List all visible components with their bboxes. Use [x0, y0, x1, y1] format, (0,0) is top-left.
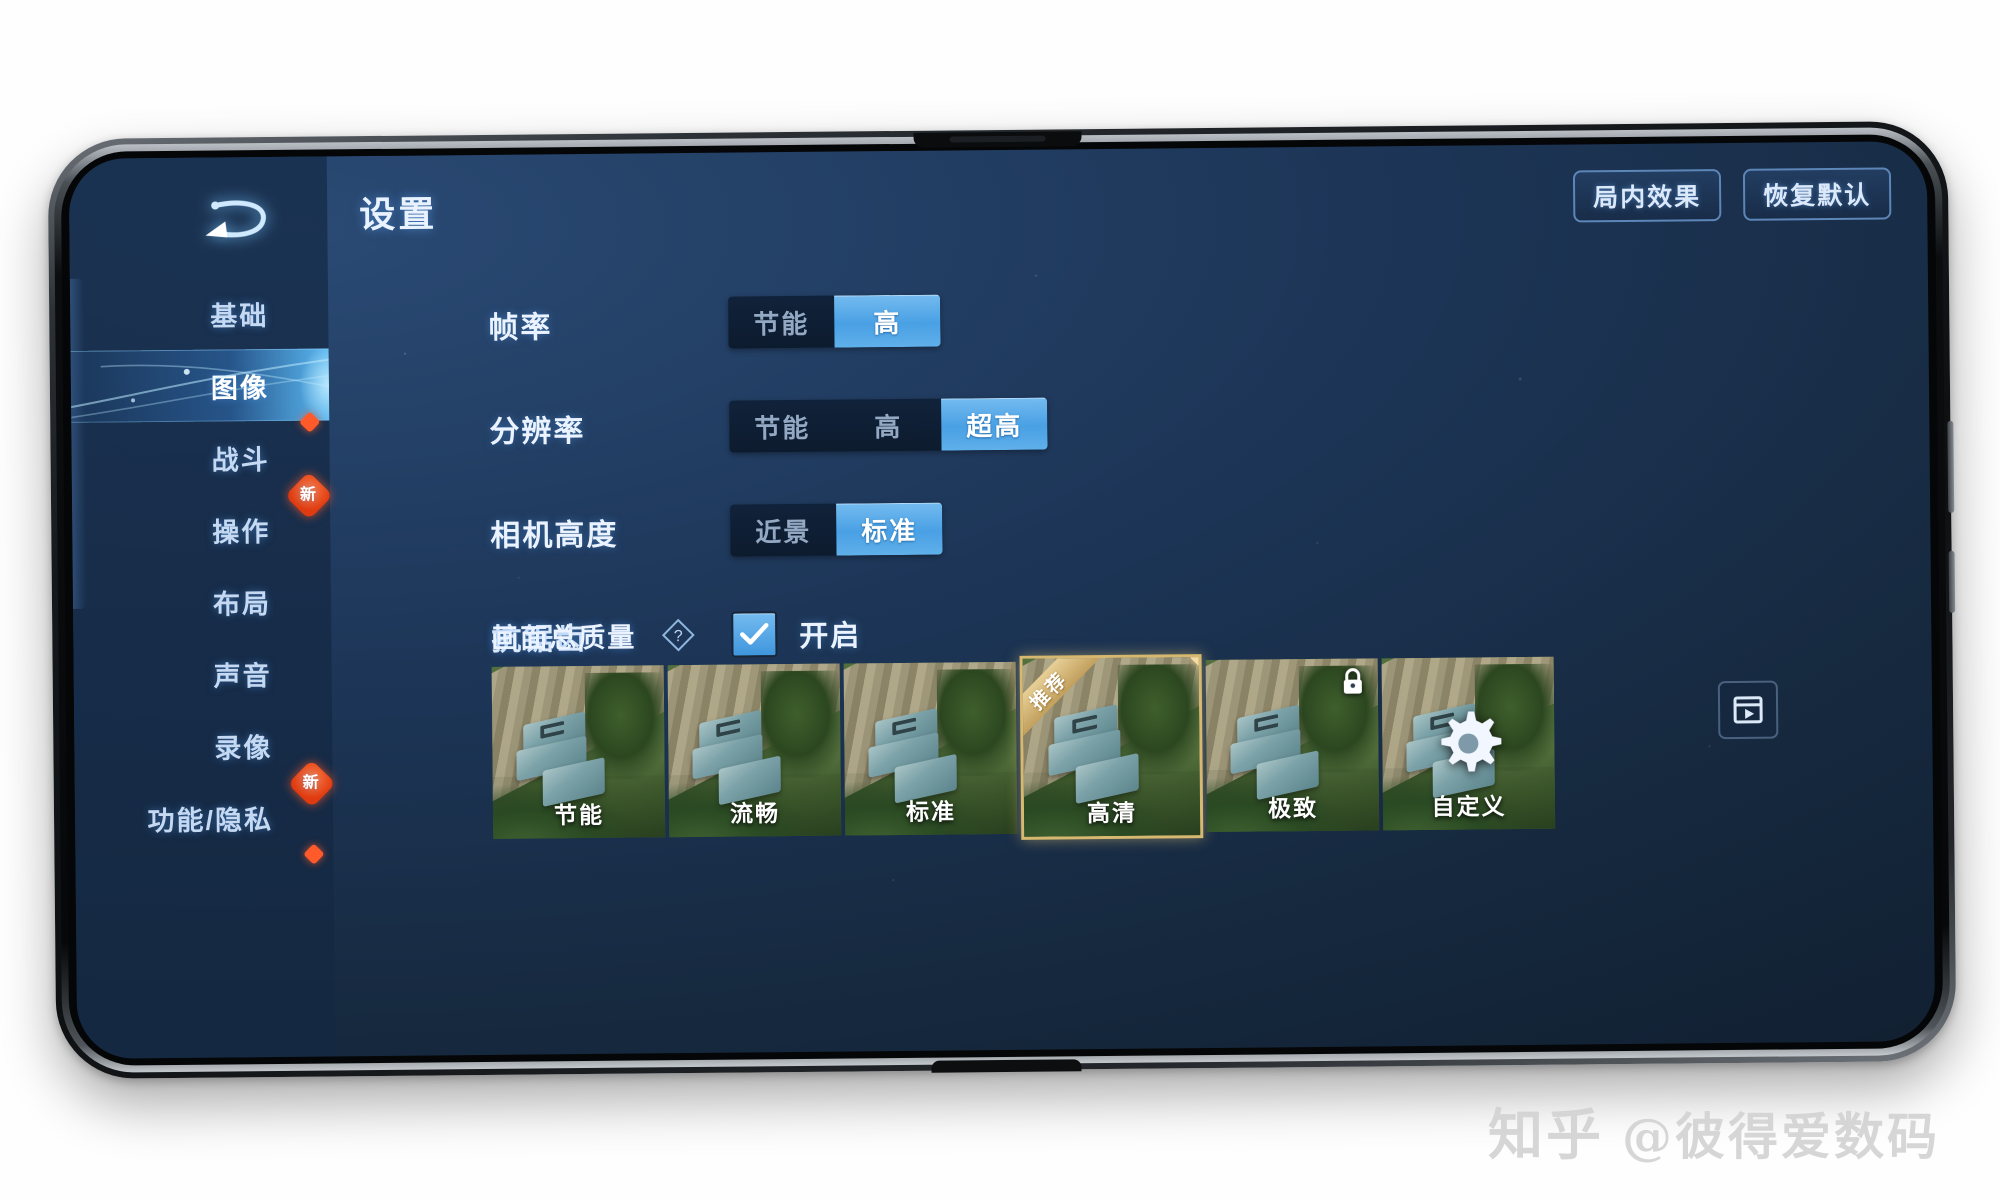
volume-button[interactable] — [1947, 420, 1955, 513]
option-label: 高 — [874, 411, 903, 442]
sidebar-item-layout[interactable]: 布局 — [73, 564, 332, 638]
sidebar-item-label: 功能/隐私 — [147, 804, 274, 836]
quality-section-title: 画面总质量 — [491, 622, 637, 654]
setting-row-frame-rate: 帧率 节能 高 — [328, 259, 1929, 378]
sidebar-active-swoosh — [70, 348, 330, 422]
video-preview-icon — [1733, 696, 1763, 724]
sidebar-item-label: 操作 — [212, 516, 271, 548]
restore-defaults-label: 恢复默认 — [1763, 181, 1872, 211]
topbar-actions: 局内效果 恢复默认 — [1572, 167, 1892, 223]
tower-illustration — [692, 709, 803, 806]
option-label: 节能 — [753, 308, 810, 339]
phone-screen: 基础 图像 战斗 新 操作 布局 声音 录像 新 功能/隐私 设置 局内效果 恢… — [68, 141, 1936, 1059]
in-game-effects-button[interactable]: 局内效果 — [1572, 169, 1722, 223]
back-button[interactable] — [187, 189, 280, 252]
power-button[interactable] — [1948, 550, 1956, 613]
badge-new-label: 新 — [299, 486, 319, 504]
gear-icon — [1432, 707, 1505, 780]
option-label: 高 — [873, 307, 902, 338]
svg-text:?: ? — [674, 628, 683, 645]
phone-earpiece — [913, 131, 1082, 148]
watermark-handle: @彼得爱数码 — [1622, 1107, 1940, 1166]
sidebar-item-features-privacy[interactable]: 新 功能/隐私 — [75, 759, 336, 854]
resolution-option-eco[interactable]: 节能 — [729, 400, 835, 453]
quality-card-list: 节能 流畅 标准 推荐 高清 极致 自定义 — [491, 654, 1556, 845]
option-label: 超高 — [966, 410, 1023, 441]
badge-new-label: 新 — [302, 774, 321, 792]
camera-height-label: 相机高度 — [490, 518, 619, 553]
quality-card-eco[interactable]: 节能 — [491, 665, 666, 839]
sidebar-item-controls[interactable]: 新 操作 — [72, 471, 334, 566]
frame-rate-option-eco[interactable]: 节能 — [728, 296, 834, 349]
setting-row-resolution: 分辨率 节能 高 超高 — [329, 363, 1930, 482]
watermark: 知乎 @彼得爱数码 — [1488, 1090, 1940, 1170]
quality-card-hd[interactable]: 推荐 高清 — [1019, 654, 1204, 840]
sidebar-item-graphics[interactable]: 图像 — [70, 348, 330, 423]
settings-content: 设置 局内效果 恢复默认 帧率 节能 高 分辨率 节能 高 超高 相机高度 近景… — [327, 141, 1936, 1056]
tower-illustration — [1048, 704, 1162, 805]
camera-height-option-standard[interactable]: 标准 — [836, 502, 943, 556]
quality-card-label: 自定义 — [1431, 793, 1507, 820]
antialiasing-checkbox[interactable] — [731, 611, 778, 658]
tower-illustration — [516, 711, 627, 807]
page-title: 设置 — [359, 193, 438, 236]
quality-card-extreme[interactable]: 极致 — [1205, 658, 1380, 833]
tower-illustration — [868, 707, 979, 804]
watermark-site: 知乎 — [1487, 1102, 1604, 1167]
sidebar-item-label: 布局 — [212, 588, 272, 620]
in-game-effects-label: 局内效果 — [1593, 183, 1702, 213]
settings-sidebar: 基础 图像 战斗 新 操作 布局 声音 录像 新 功能/隐私 — [68, 156, 336, 1059]
restore-defaults-button[interactable]: 恢复默认 — [1742, 167, 1892, 221]
sidebar-item-sound[interactable]: 声音 — [73, 636, 332, 710]
resolution-label: 分辨率 — [489, 414, 586, 449]
resolution-option-high[interactable]: 高 — [835, 399, 941, 452]
video-preview-button[interactable] — [1717, 680, 1779, 740]
screenshot-root: 基础 图像 战斗 新 操作 布局 声音 录像 新 功能/隐私 设置 局内效果 恢… — [0, 0, 2000, 1200]
back-arrow-icon — [205, 200, 266, 238]
lock-icon — [1338, 666, 1368, 696]
frame-rate-segmented-control: 节能 高 — [728, 294, 941, 349]
resolution-option-ultra[interactable]: 超高 — [941, 397, 1048, 451]
tower-illustration — [1230, 704, 1341, 800]
frame-rate-label: 帧率 — [488, 311, 553, 345]
sidebar-item-label: 图像 — [210, 372, 270, 404]
quality-card-standard[interactable]: 标准 — [843, 661, 1018, 836]
quality-card-custom[interactable]: 自定义 — [1381, 656, 1556, 831]
sidebar-item-label: 战斗 — [211, 444, 270, 476]
option-label: 节能 — [754, 412, 811, 443]
antialiasing-checkbox-row: 开启 — [731, 610, 862, 658]
question-diamond-icon[interactable]: ? — [661, 618, 695, 652]
camera-height-option-close[interactable]: 近景 — [730, 504, 836, 557]
sidebar-item-label: 基础 — [210, 300, 269, 332]
quality-card-label: 流畅 — [729, 800, 781, 827]
option-label: 近景 — [755, 516, 812, 547]
sidebar-item-label: 声音 — [213, 660, 272, 692]
resolution-segmented-control: 节能 高 超高 — [729, 397, 1048, 453]
quality-card-label: 极致 — [1267, 794, 1319, 822]
sidebar-nav: 基础 图像 战斗 新 操作 布局 声音 录像 新 功能/隐私 — [70, 276, 336, 926]
speaker-grille — [949, 135, 1046, 143]
sidebar-item-partial[interactable] — [75, 843, 334, 926]
sidebar-item-recording[interactable]: 录像 — [74, 708, 333, 782]
game-settings-ui: 基础 图像 战斗 新 操作 布局 声音 录像 新 功能/隐私 设置 局内效果 恢… — [68, 141, 1936, 1059]
check-icon — [740, 623, 769, 645]
antialiasing-state-label: 开启 — [799, 620, 862, 653]
sidebar-item-basics[interactable]: 基础 — [70, 276, 329, 350]
option-label: 标准 — [861, 515, 918, 546]
frame-rate-option-high[interactable]: 高 — [834, 294, 941, 348]
setting-row-camera-height: 相机高度 近景 标准 — [330, 467, 1931, 586]
quality-card-label: 节能 — [553, 801, 605, 829]
camera-height-segmented-control: 近景 标准 — [730, 502, 943, 557]
phone-bottom-port — [931, 1059, 1082, 1073]
settings-topbar: 设置 局内效果 恢复默认 — [327, 141, 1928, 260]
sidebar-item-battle[interactable]: 战斗 — [71, 411, 330, 494]
sidebar-item-label: 录像 — [214, 732, 273, 764]
quality-card-label: 标准 — [905, 798, 957, 825]
phone-device: 基础 图像 战斗 新 操作 布局 声音 录像 新 功能/隐私 设置 局内效果 恢… — [47, 120, 1957, 1080]
quality-card-smooth[interactable]: 流畅 — [667, 663, 842, 838]
quality-card-label: 高清 — [1086, 799, 1138, 827]
